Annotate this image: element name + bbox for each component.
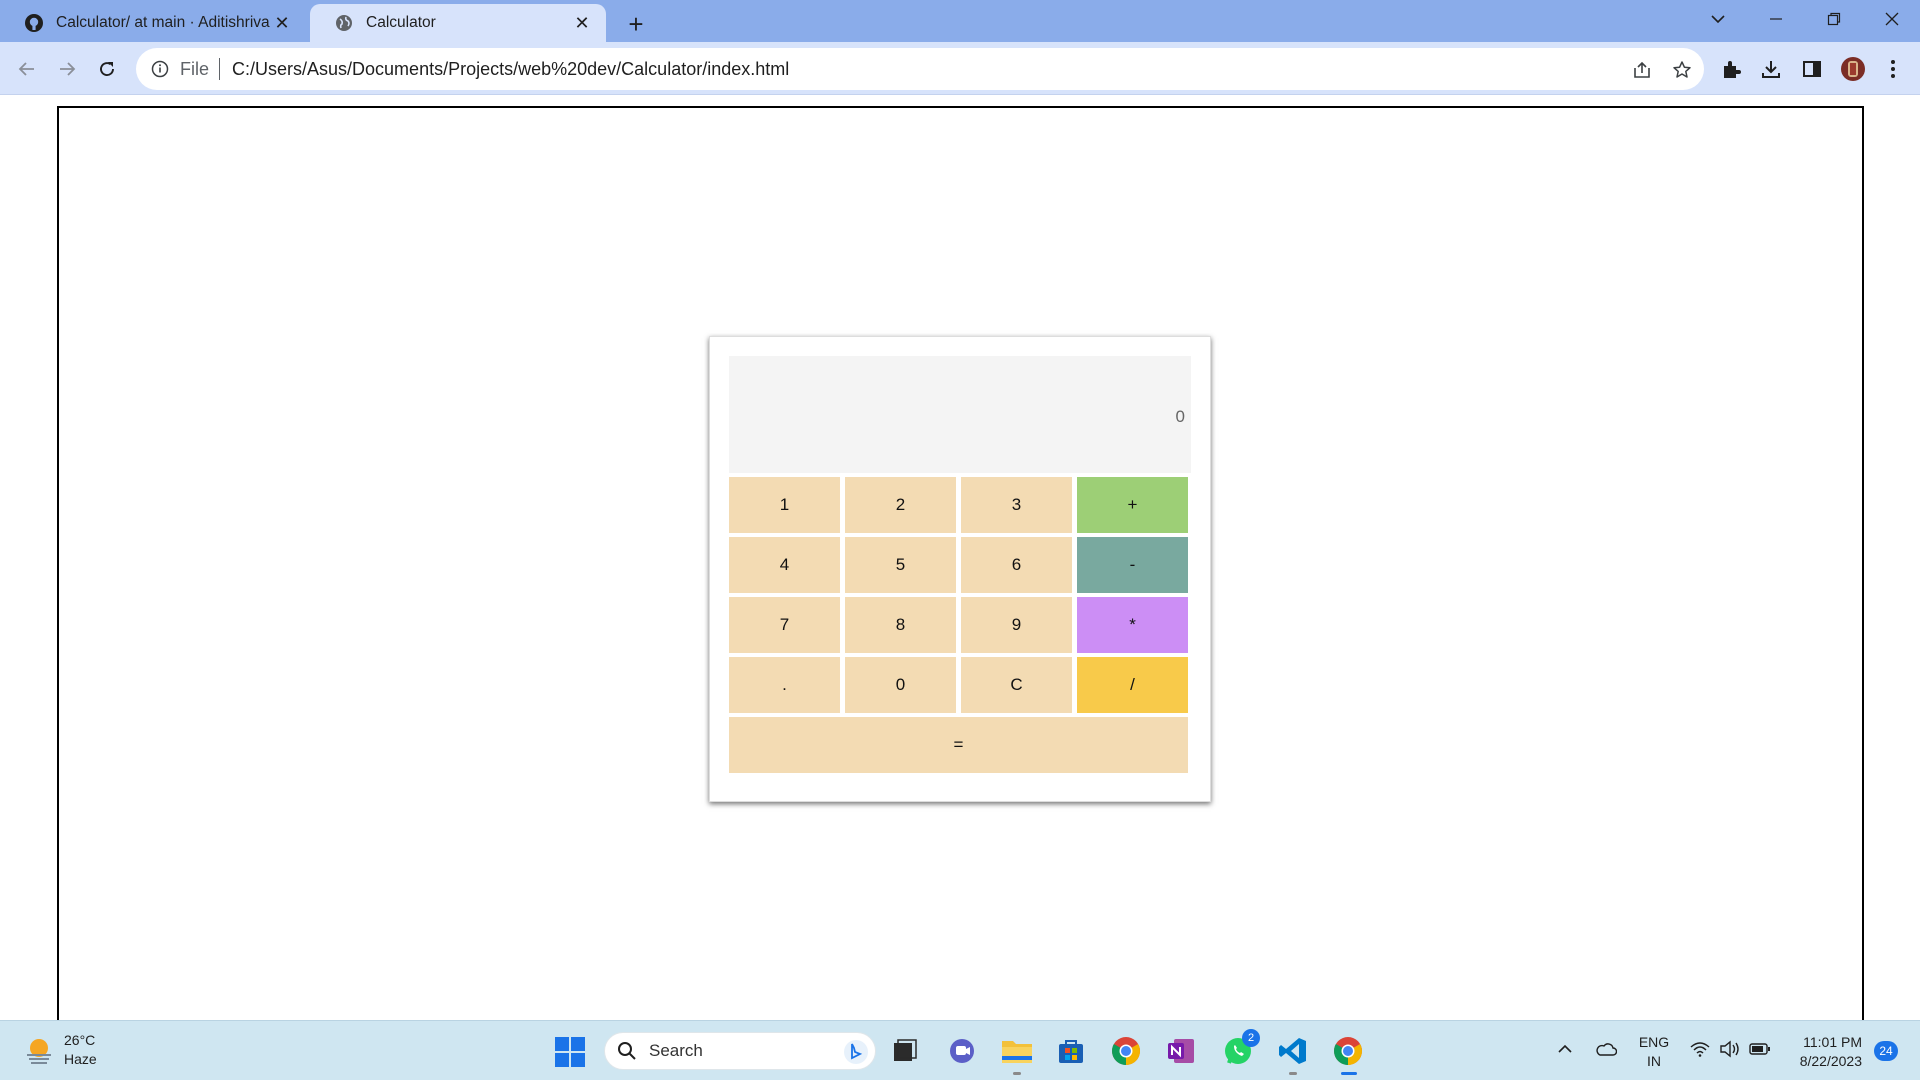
close-window-button[interactable] (1866, 0, 1918, 38)
tab-title: Calculator/ at main · Aditishrivas/ (56, 14, 270, 31)
whatsapp-unread-badge: 2 (1242, 1029, 1260, 1047)
tab-search-button[interactable] (1692, 0, 1744, 38)
bookmark-star-icon[interactable] (1670, 58, 1694, 82)
close-tab-icon[interactable]: ✕ (570, 11, 594, 35)
download-icon[interactable] (1758, 56, 1784, 82)
key-2[interactable]: 2 (845, 477, 956, 533)
search-icon (618, 1042, 636, 1060)
back-button[interactable] (10, 52, 44, 86)
language-region: IN (1647, 1053, 1661, 1069)
key-0[interactable]: 0 (845, 657, 956, 713)
key-5[interactable]: 5 (845, 537, 956, 593)
taskbar: 26°C Haze Search 2 ENG IN 11:01 PM 8/22/… (0, 1020, 1920, 1080)
profile-avatar[interactable] (1840, 56, 1866, 82)
calculator: 0 1 2 3 + 4 5 6 - 7 8 9 * . 0 C / = (709, 336, 1211, 802)
language-code: ENG (1638, 1034, 1670, 1050)
close-icon (1885, 12, 1899, 26)
minimize-icon (1770, 18, 1782, 20)
restore-icon (1827, 12, 1841, 26)
active-indicator (1341, 1072, 1357, 1075)
github-icon (24, 13, 44, 33)
weather-haze-icon (27, 1039, 51, 1064)
microsoft-store-icon[interactable] (1053, 1033, 1089, 1069)
onedrive-icon[interactable] (1594, 1037, 1618, 1061)
key-equals[interactable]: = (729, 717, 1188, 773)
tab-github[interactable]: Calculator/ at main · Aditishrivas/ ✕ (0, 4, 306, 42)
share-icon[interactable] (1630, 58, 1654, 82)
windows-logo-icon (555, 1037, 585, 1067)
close-tab-icon[interactable]: ✕ (270, 11, 294, 35)
running-indicator (1013, 1072, 1021, 1075)
key-3[interactable]: 3 (961, 477, 1072, 533)
chevron-up-icon (1558, 1044, 1572, 1053)
weather-temp: 26°C (64, 1032, 96, 1048)
wifi-icon[interactable] (1688, 1037, 1712, 1061)
minimize-button[interactable] (1750, 0, 1802, 38)
key-8[interactable]: 8 (845, 597, 956, 653)
show-hidden-icons-button[interactable] (1554, 1037, 1576, 1061)
arrow-left-icon (18, 62, 34, 76)
address-bar[interactable]: File C:/Users/Asus/Documents/Projects/we… (136, 48, 1704, 90)
chrome-icon[interactable] (1108, 1033, 1144, 1069)
volume-icon[interactable] (1718, 1037, 1742, 1061)
kebab-menu-icon[interactable] (1880, 56, 1906, 82)
reload-button[interactable] (90, 52, 124, 86)
chevron-down-icon (1711, 15, 1725, 24)
clock-time: 11:01 PM (1803, 1034, 1862, 1050)
info-icon[interactable] (150, 59, 170, 79)
vscode-icon[interactable] (1275, 1033, 1311, 1075)
teams-chat-icon[interactable] (944, 1033, 980, 1069)
divider (219, 58, 221, 80)
tab-calculator[interactable]: Calculator ✕ (310, 4, 606, 42)
key-7[interactable]: 7 (729, 597, 840, 653)
whatsapp-icon[interactable]: 2 (1220, 1029, 1260, 1069)
key-divide[interactable]: / (1077, 657, 1188, 713)
clock-date: 8/22/2023 (1799, 1053, 1862, 1069)
system-clock[interactable]: 11:01 PM 8/22/2023 (1786, 1033, 1862, 1071)
url-text[interactable]: C:/Users/Asus/Documents/Projects/web%20d… (232, 59, 789, 80)
side-panel-icon[interactable] (1799, 56, 1825, 82)
key-clear[interactable]: C (961, 657, 1072, 713)
extensions-icon[interactable] (1718, 56, 1744, 82)
taskbar-search[interactable]: Search (604, 1032, 876, 1070)
tab-title: Calculator (366, 14, 436, 31)
key-4[interactable]: 4 (729, 537, 840, 593)
notification-count-badge[interactable]: 24 (1874, 1041, 1898, 1061)
key-1[interactable]: 1 (729, 477, 840, 533)
search-placeholder: Search (649, 1041, 703, 1060)
key-minus[interactable]: - (1077, 537, 1188, 593)
calculator-display: 0 (729, 356, 1191, 473)
arrow-right-icon (60, 62, 76, 76)
restore-button[interactable] (1808, 0, 1860, 38)
key-decimal[interactable]: . (729, 657, 840, 713)
url-scheme: File (180, 58, 210, 79)
start-button[interactable] (555, 1037, 585, 1067)
bing-icon[interactable] (843, 1039, 869, 1065)
weather-condition: Haze (64, 1051, 97, 1067)
chrome-active-icon[interactable] (1330, 1033, 1366, 1075)
key-6[interactable]: 6 (961, 537, 1072, 593)
running-indicator (1289, 1072, 1297, 1075)
key-plus[interactable]: + (1077, 477, 1188, 533)
input-language[interactable]: ENG IN (1636, 1033, 1672, 1071)
new-tab-button[interactable]: + (620, 8, 652, 40)
reload-icon (100, 62, 114, 76)
task-view-icon[interactable] (887, 1033, 923, 1069)
tab-strip: Calculator/ at main · Aditishrivas/ ✕ Ca… (0, 0, 1920, 42)
battery-icon[interactable] (1748, 1037, 1772, 1061)
globe-icon (334, 13, 354, 33)
key-multiply[interactable]: * (1077, 597, 1188, 653)
file-explorer-icon[interactable] (999, 1033, 1035, 1075)
page-viewport: 0 1 2 3 + 4 5 6 - 7 8 9 * . 0 C / = (0, 96, 1920, 1036)
key-9[interactable]: 9 (961, 597, 1072, 653)
browser-toolbar: File C:/Users/Asus/Documents/Projects/we… (0, 42, 1920, 95)
forward-button[interactable] (50, 52, 84, 86)
weather-widget[interactable]: 26°C Haze (22, 1031, 97, 1069)
onenote-icon[interactable] (1163, 1033, 1199, 1069)
